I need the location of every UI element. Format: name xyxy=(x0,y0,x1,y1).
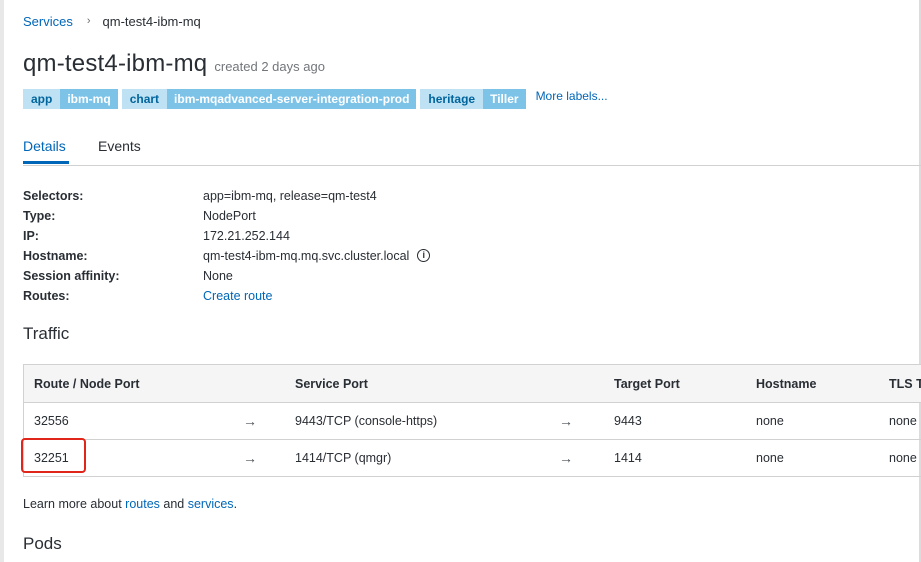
detail-label: IP: xyxy=(23,229,39,243)
detail-label: Type: xyxy=(23,209,56,223)
arrow-right-icon: → xyxy=(243,413,257,429)
routes-link[interactable]: routes xyxy=(125,497,160,511)
more-labels-link[interactable]: More labels... xyxy=(536,89,608,103)
label-heritage[interactable]: heritage Tiller xyxy=(420,89,526,109)
highlight-annotation-box xyxy=(21,438,86,473)
detail-value-container: qm-test4-ibm-mq.mq.svc.cluster.local i xyxy=(203,246,431,266)
node-port-cell: 32556 xyxy=(34,414,69,428)
learn-more-and: and xyxy=(159,497,188,511)
label-key: heritage xyxy=(420,89,484,109)
create-route-link[interactable]: Create route xyxy=(203,286,272,306)
table-row: 32251 → 1414/TCP (qmgr) → 1414 none none xyxy=(24,440,921,477)
detail-value: 172.21.252.144 xyxy=(203,229,290,243)
breadcrumb-current: qm-test4-ibm-mq xyxy=(102,13,201,29)
arrow-right-icon: → xyxy=(559,413,573,429)
label-app[interactable]: app ibm-mq xyxy=(23,89,118,109)
learn-more-text: Learn more about routes and services. xyxy=(23,497,237,511)
window-left-edge xyxy=(0,0,4,562)
tls-cell: none xyxy=(889,414,917,428)
arrow-right-icon: → xyxy=(559,450,573,466)
label-value: Tiller xyxy=(483,89,526,109)
table-row: 32556 → 9443/TCP (console-https) → 9443 … xyxy=(24,403,921,440)
service-port-cell: 9443/TCP (console-https) xyxy=(295,414,438,428)
info-icon[interactable]: i xyxy=(417,249,431,263)
tabs-bar: Details Events xyxy=(23,130,921,166)
label-value: ibm-mqadvanced-server-integration-prod xyxy=(167,89,417,109)
column-header-target-port: Target Port xyxy=(614,376,680,391)
hostname-cell: none xyxy=(756,414,784,428)
tab-details[interactable]: Details xyxy=(23,138,66,154)
learn-more-suffix: . xyxy=(233,497,238,511)
breadcrumb-services-link[interactable]: Services xyxy=(23,14,73,29)
detail-label: Hostname: xyxy=(23,249,88,263)
tls-cell: none xyxy=(889,451,917,465)
detail-label: Selectors: xyxy=(23,189,84,203)
breadcrumb: Services › qm-test4-ibm-mq xyxy=(23,12,201,30)
traffic-table: Route / Node Port Service Port Target Po… xyxy=(23,364,921,477)
traffic-heading: Traffic xyxy=(23,324,70,343)
column-header-route-node-port: Route / Node Port xyxy=(34,376,140,391)
detail-value: None xyxy=(203,269,233,283)
tab-events[interactable]: Events xyxy=(98,138,141,154)
column-header-hostname: Hostname xyxy=(756,376,817,391)
created-timestamp: created 2 days ago xyxy=(214,59,325,74)
detail-label: Session affinity: xyxy=(23,269,120,283)
label-chart[interactable]: chart ibm-mqadvanced-server-integration-… xyxy=(121,89,417,109)
hostname-cell: none xyxy=(756,451,784,465)
detail-value: NodePort xyxy=(203,209,256,223)
column-header-tls-termination: TLS Te xyxy=(889,376,921,391)
label-key: app xyxy=(23,89,61,109)
labels-row: app ibm-mq chart ibm-mqadvanced-server-i… xyxy=(23,89,608,109)
label-value: ibm-mq xyxy=(60,89,118,109)
page-title: qm-test4-ibm-mq xyxy=(23,50,208,77)
detail-label: Routes: xyxy=(23,289,70,303)
arrow-right-icon: → xyxy=(243,450,257,466)
detail-value: qm-test4-ibm-mq.mq.svc.cluster.local xyxy=(203,249,410,263)
target-port-cell: 9443 xyxy=(614,414,642,428)
service-port-cell: 1414/TCP (qmgr) xyxy=(295,451,392,465)
learn-more-prefix: Learn more about xyxy=(23,497,126,511)
pods-heading: Pods xyxy=(23,534,62,553)
page-header: qm-test4-ibm-mq created 2 days ago xyxy=(23,50,325,78)
active-tab-indicator xyxy=(23,161,69,164)
label-key: chart xyxy=(121,89,168,109)
breadcrumb-separator-icon: › xyxy=(86,15,91,27)
table-header-row: Route / Node Port Service Port Target Po… xyxy=(24,365,921,403)
detail-value: app=ibm-mq, release=qm-test4 xyxy=(203,189,377,203)
column-header-service-port: Service Port xyxy=(295,376,368,391)
target-port-cell: 1414 xyxy=(614,451,642,465)
services-link[interactable]: services xyxy=(188,497,234,511)
